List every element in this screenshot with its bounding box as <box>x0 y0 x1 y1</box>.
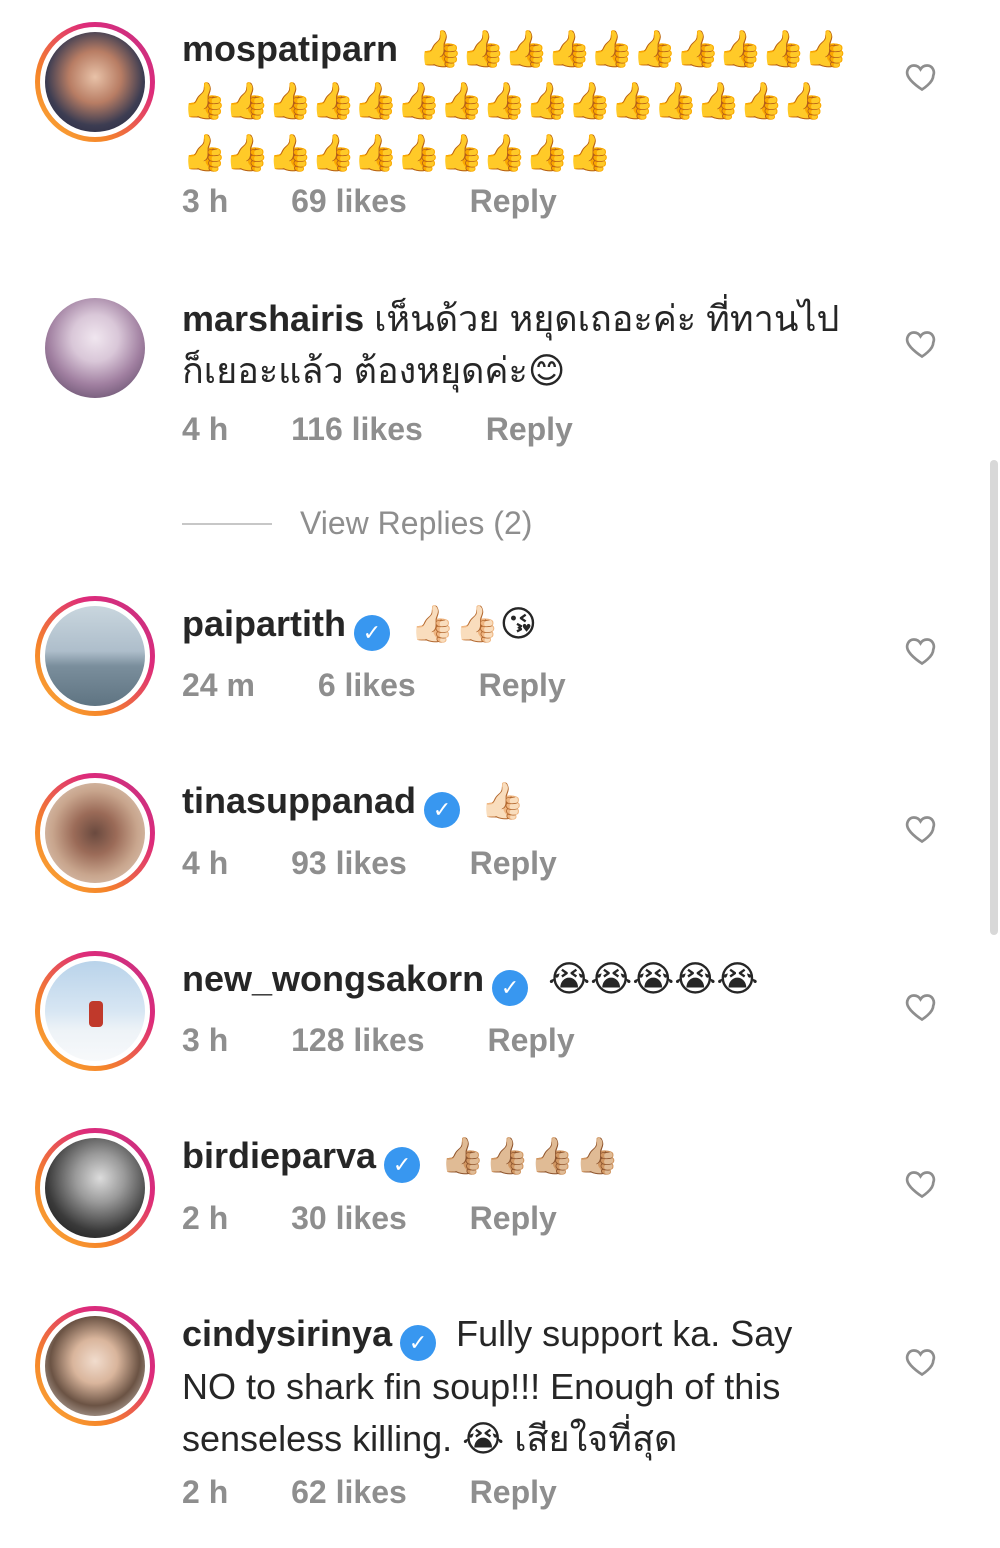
avatar[interactable] <box>45 606 145 706</box>
comment-time: 24 m <box>182 667 255 703</box>
avatar[interactable] <box>45 32 145 132</box>
comment-body: paipartith ✓ 👍🏻👍🏻😘 <box>182 598 847 651</box>
verified-badge-icon: ✓ <box>354 615 391 651</box>
heart-outline-icon[interactable] <box>904 988 940 1024</box>
comment-username[interactable]: marshairis <box>182 298 364 339</box>
comment-time: 2 h <box>182 1474 229 1510</box>
comment-likes[interactable]: 62 likes <box>291 1474 407 1510</box>
reply-button[interactable]: Reply <box>470 1474 557 1510</box>
comment-text: 😭😭😭😭😭 <box>548 958 759 999</box>
comment-meta: 2 h 62 likes Reply <box>182 1474 611 1511</box>
comment-likes[interactable]: 116 likes <box>291 411 423 447</box>
verified-badge-icon: ✓ <box>424 792 461 828</box>
comment-body: birdieparva ✓ 👍🏼👍🏼👍🏼👍🏼 <box>182 1130 847 1183</box>
verified-badge-icon: ✓ <box>400 1325 437 1361</box>
comment-likes[interactable]: 93 likes <box>291 845 407 881</box>
reply-button[interactable]: Reply <box>470 1200 557 1236</box>
comment-body: new_wongsakorn ✓ 😭😭😭😭😭 <box>182 953 847 1006</box>
comment-likes[interactable]: 30 likes <box>291 1200 407 1236</box>
comment-time: 3 h <box>182 1022 229 1058</box>
comment-time: 4 h <box>182 411 229 447</box>
comment-username[interactable]: tinasuppanad <box>182 780 416 821</box>
comment-time: 4 h <box>182 845 229 881</box>
heart-outline-icon[interactable] <box>904 1343 940 1379</box>
comment-body: mospatiparn 👍👍👍👍👍👍👍👍👍👍👍👍👍👍👍👍👍👍👍👍👍👍👍👍👍👍👍👍… <box>182 23 848 179</box>
heart-outline-icon[interactable] <box>904 632 940 668</box>
comment-meta: 4 h 116 likes Reply <box>182 411 627 448</box>
comment-meta: 4 h 93 likes Reply <box>182 845 611 882</box>
avatar[interactable] <box>45 783 145 883</box>
heart-outline-icon[interactable] <box>904 810 940 846</box>
heart-outline-icon[interactable] <box>904 58 940 94</box>
comment-meta: 2 h 30 likes Reply <box>182 1200 611 1237</box>
comment-meta: 3 h 69 likes Reply <box>182 183 611 220</box>
reply-button[interactable]: Reply <box>486 411 573 447</box>
view-replies-label: View Replies (2) <box>300 505 533 541</box>
comment-username[interactable]: mospatiparn <box>182 28 398 69</box>
comment-meta: 3 h 128 likes Reply <box>182 1022 629 1059</box>
comment-time: 3 h <box>182 183 229 219</box>
comment-username[interactable]: birdieparva <box>182 1135 376 1176</box>
divider <box>182 522 272 525</box>
avatar[interactable] <box>45 1316 145 1416</box>
heart-outline-icon[interactable] <box>904 325 940 361</box>
comment-meta: 24 m 6 likes Reply <box>182 667 620 704</box>
comment-time: 2 h <box>182 1200 229 1236</box>
comment-likes[interactable]: 6 likes <box>318 667 416 703</box>
comment-username[interactable]: cindysirinya <box>182 1313 392 1354</box>
comment-body: tinasuppanad ✓ 👍🏻 <box>182 775 847 828</box>
verified-badge-icon: ✓ <box>384 1147 421 1183</box>
verified-badge-icon: ✓ <box>492 970 529 1006</box>
view-replies-button[interactable]: View Replies (2) <box>182 505 532 542</box>
comment-text: 👍🏻👍🏻😘 <box>410 603 538 644</box>
comment-username[interactable]: paipartith <box>182 603 346 644</box>
reply-button[interactable]: Reply <box>479 667 566 703</box>
reply-button[interactable]: Reply <box>487 1022 574 1058</box>
comment-username[interactable]: new_wongsakorn <box>182 958 484 999</box>
comment-body: marshairis เห็นด้วย หยุดเถอะค่ะ ที่ทานไป… <box>182 293 847 397</box>
avatar[interactable] <box>45 961 145 1061</box>
avatar[interactable] <box>45 298 145 398</box>
scrollbar[interactable] <box>990 460 998 935</box>
comment-text: 👍🏻 <box>480 780 525 821</box>
comment-likes[interactable]: 69 likes <box>291 183 407 219</box>
reply-button[interactable]: Reply <box>470 845 557 881</box>
reply-button[interactable]: Reply <box>470 183 557 219</box>
avatar[interactable] <box>45 1138 145 1238</box>
comment-body: cindysirinya ✓ Fully support ka. Say NO t… <box>182 1308 847 1465</box>
comment-text: 👍🏼👍🏼👍🏼👍🏼 <box>440 1135 620 1176</box>
comment-likes[interactable]: 128 likes <box>291 1022 424 1058</box>
heart-outline-icon[interactable] <box>904 1165 940 1201</box>
